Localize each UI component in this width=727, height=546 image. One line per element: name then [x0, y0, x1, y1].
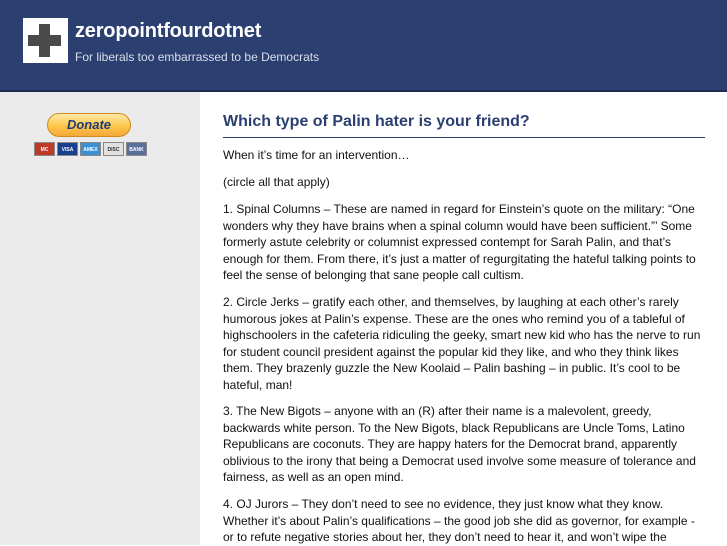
discover-icon: DISC [103, 142, 124, 156]
plus-squares-logo-icon[interactable] [23, 18, 68, 63]
site-header: zeropointfourdotnet For liberals too emb… [0, 0, 727, 90]
sidebar [0, 92, 200, 545]
site-tagline: For liberals too embarrassed to be Democ… [75, 50, 320, 64]
post-paragraph: 4. OJ Jurors – They don’t need to see no… [223, 497, 695, 544]
bank-icon: BANK [126, 142, 147, 156]
mastercard-icon: MC [34, 142, 55, 156]
post-paragraph: 2. Circle Jerks – gratify each other, an… [223, 295, 701, 392]
payment-cards: MC VISA AMEX DISC BANK [34, 142, 147, 156]
post-paragraph: 1. Spinal Columns – These are named in r… [223, 202, 696, 282]
site-title[interactable]: zeropointfourdotnet [75, 20, 261, 43]
post-paragraph: (circle all that apply) [223, 175, 330, 189]
donate-button[interactable]: Donate [47, 113, 131, 137]
post-title[interactable]: Which type of Palin hater is your friend… [223, 113, 705, 131]
amex-icon: AMEX [80, 142, 101, 156]
visa-icon: VISA [57, 142, 78, 156]
post-paragraph: 3. The New Bigots – anyone with an (R) a… [223, 404, 696, 484]
post-paragraph: When it’s time for an intervention… [223, 148, 410, 162]
title-divider [223, 137, 705, 138]
